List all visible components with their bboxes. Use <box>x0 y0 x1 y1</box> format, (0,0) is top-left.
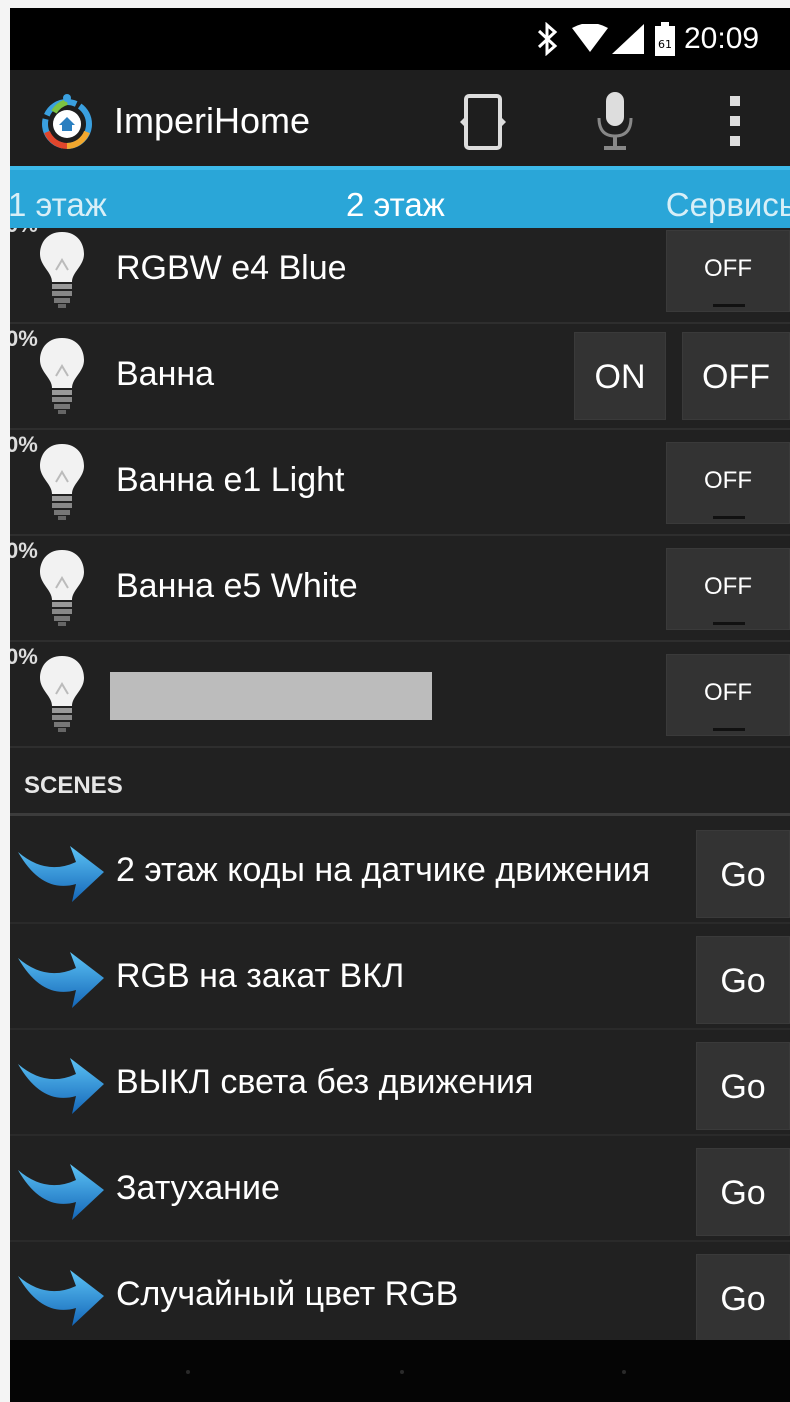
scene-arrow-icon <box>16 1150 106 1222</box>
device-level: 0% <box>10 644 38 669</box>
scene-arrow-icon <box>16 1256 106 1328</box>
wifi-icon <box>572 8 608 70</box>
device-row: 0% Ванна e5 White OFF <box>10 536 790 642</box>
scene-name: Затухание <box>116 1169 280 1207</box>
overflow-menu-icon[interactable] <box>716 94 756 150</box>
go-button[interactable]: Go <box>696 1042 790 1130</box>
on-button[interactable]: ON <box>574 332 666 420</box>
off-button[interactable]: OFF <box>666 654 790 736</box>
scene-arrow-icon <box>16 938 106 1010</box>
device-row: 0% OFF <box>10 642 790 748</box>
action-bar: ImperiHome <box>10 70 790 172</box>
microphone-icon[interactable] <box>590 92 640 152</box>
scene-row: RGB на закат ВКЛ Go <box>10 924 790 1030</box>
scene-row: Затухание Go <box>10 1136 790 1242</box>
device-name: Ванна <box>116 355 215 393</box>
scenes-section-header: SCENES <box>10 760 790 816</box>
redacted-device-name <box>110 672 432 720</box>
tab-service[interactable]: Сервись <box>666 170 790 228</box>
scene-row: 2 этаж коды на датчике движения Go <box>10 818 790 924</box>
device-level: 0% <box>10 228 38 238</box>
light-bulb-icon <box>38 230 86 310</box>
tab-label: 1 этаж <box>10 186 107 223</box>
go-button[interactable]: Go <box>696 1148 790 1236</box>
device-name: RGBW e4 Blue <box>116 249 347 287</box>
tab-label: 2 этаж <box>346 186 445 223</box>
rotate-icon[interactable] <box>458 94 508 150</box>
off-button[interactable]: OFF <box>666 548 790 630</box>
go-button[interactable]: Go <box>696 830 790 918</box>
scene-name: 2 этаж коды на датчике движения <box>116 851 651 889</box>
device-name: Ванна e5 White <box>116 567 358 605</box>
off-button[interactable]: OFF <box>666 442 790 524</box>
battery-icon: 61 <box>654 8 676 70</box>
scene-arrow-icon <box>16 832 106 904</box>
scene-name: ВЫКЛ света без движения <box>116 1063 534 1101</box>
device-row: 0% RGBW e4 Blue OFF <box>10 228 790 324</box>
scene-arrow-icon <box>16 1044 106 1116</box>
app-title: ImperiHome <box>114 100 311 141</box>
go-button[interactable]: Go <box>696 1254 790 1342</box>
light-bulb-icon <box>38 442 86 522</box>
nav-back-dot[interactable] <box>186 1370 190 1374</box>
phone-screen: 61 20:09 ImperiHome 1 этаж 2 этаж Сервис… <box>10 8 790 1402</box>
device-row: 0% Ванна e1 Light OFF <box>10 430 790 536</box>
battery-level: 61 <box>658 38 672 51</box>
bluetooth-icon <box>535 8 561 70</box>
nav-recents-dot[interactable] <box>622 1370 626 1374</box>
status-bar: 61 20:09 <box>10 8 790 70</box>
dashboard-list: 0% RGBW e4 Blue OFF 0% Ванна ON OFF 0% В… <box>10 228 790 1348</box>
go-button[interactable]: Go <box>696 936 790 1024</box>
device-row: 0% Ванна ON OFF <box>10 324 790 430</box>
off-button[interactable]: OFF <box>682 332 790 420</box>
tab-floor-2[interactable]: 2 этаж <box>346 170 445 228</box>
light-bulb-icon <box>38 548 86 628</box>
device-level: 0% <box>10 538 38 563</box>
tab-label: Сервись <box>665 186 790 223</box>
scenes-title: SCENES <box>24 772 123 799</box>
scene-name: RGB на закат ВКЛ <box>116 957 405 995</box>
light-bulb-icon <box>38 336 86 416</box>
tab-floor-1[interactable]: 1 этаж <box>10 170 107 228</box>
scene-row: ВЫКЛ света без движения Go <box>10 1030 790 1136</box>
device-level: 0% <box>10 326 38 351</box>
floor-tab-bar: 1 этаж 2 этаж Сервись <box>10 166 790 228</box>
scene-row: Случайный цвет RGB Go <box>10 1242 790 1348</box>
status-time: 20:09 <box>684 22 760 55</box>
scene-name: Случайный цвет RGB <box>116 1275 459 1313</box>
device-level: 0% <box>10 432 38 457</box>
light-bulb-icon <box>38 654 86 734</box>
imperihome-logo-icon[interactable] <box>38 94 96 152</box>
device-name: Ванна e1 Light <box>116 461 345 499</box>
nav-home-dot[interactable] <box>400 1370 404 1374</box>
off-button[interactable]: OFF <box>666 230 790 312</box>
cell-signal-icon <box>612 8 644 70</box>
navigation-bar <box>10 1340 790 1402</box>
